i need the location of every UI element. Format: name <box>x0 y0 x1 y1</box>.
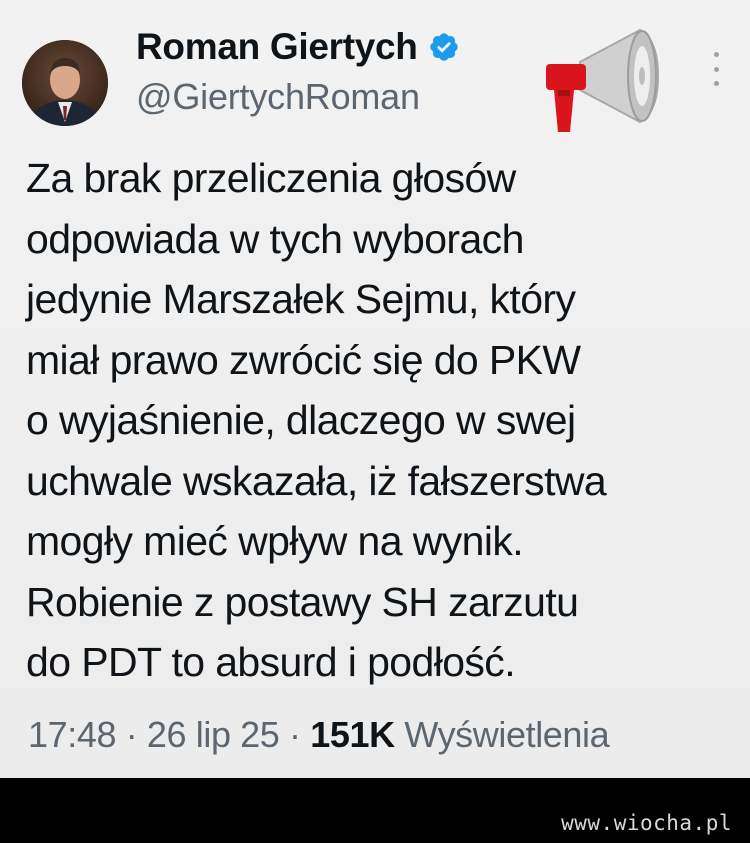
views-label: Wyświetlenia <box>404 714 610 755</box>
verified-badge-icon <box>429 33 458 61</box>
more-options-icon[interactable] <box>706 52 726 86</box>
more-dot <box>713 81 719 86</box>
tweet-meta: 17:48 · 26 lip 25 · 151K Wyświetlenia <box>28 714 610 756</box>
tweet-text-line: uchwale wskazała, iż fałszerstwa <box>26 457 607 504</box>
tweet-text-line: odpowiada w tych wyborach <box>26 215 524 262</box>
more-dot <box>713 52 719 57</box>
author-handle[interactable]: @GiertychRoman <box>136 76 420 118</box>
tweet-date[interactable]: 26 lip 25 <box>147 714 280 755</box>
tweet-card: Roman Giertych @GiertychRoman Za brak pr… <box>0 0 750 778</box>
tweet-text-line: o wyjaśnienie, dlaczego w swej <box>26 397 576 443</box>
watermark: www.wiocha.pl <box>561 811 732 835</box>
tweet-time[interactable]: 17:48 <box>28 714 116 755</box>
meta-separator: · <box>125 714 138 755</box>
tweet-text-line: Robienie z postawy SH zarzutu <box>26 578 579 625</box>
views-count: 151K <box>310 714 395 755</box>
tweet-text-line: Za brak przeliczenia głosów <box>26 155 516 201</box>
tweet-text-line: mogły mieć wpływ na wynik. <box>26 518 524 564</box>
more-dot <box>713 66 719 72</box>
meta-separator: · <box>289 714 301 755</box>
tweet-text-line: do PDT to absurd i podłość. <box>26 639 516 685</box>
author-name[interactable]: Roman Giertych <box>136 26 418 68</box>
avatar[interactable] <box>22 40 108 126</box>
tweet-text-line: miał prawo zwrócić się do PKW <box>26 336 581 383</box>
tweet-text: Za brak przeliczenia głosów odpowiada w … <box>26 148 746 693</box>
author-row: Roman Giertych <box>136 22 460 72</box>
megaphone-icon <box>546 28 660 132</box>
tweet-text-line: jedynie Marszałek Sejmu, który <box>26 276 576 322</box>
